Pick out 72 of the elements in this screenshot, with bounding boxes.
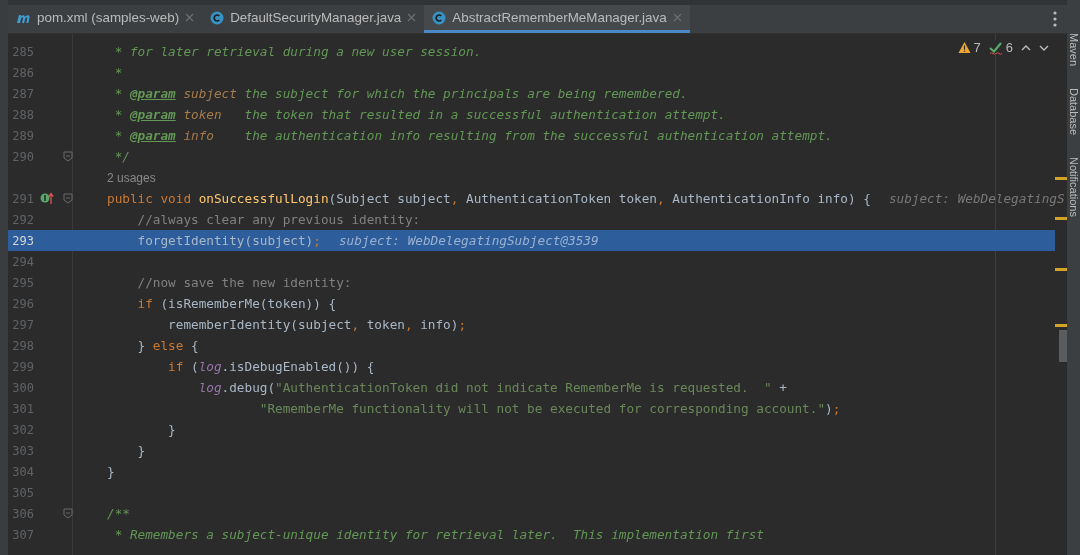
line-number: 286: [11, 65, 34, 80]
line-number: 298: [11, 338, 34, 353]
warnings-count[interactable]: 7: [957, 40, 981, 55]
editor-tab[interactable]: DefaultSecurityManager.java: [202, 5, 425, 33]
class-icon: [432, 10, 447, 25]
code-line: forgetIdentity(subject);: [136, 233, 321, 248]
warning-stripe-mark[interactable]: [1055, 217, 1067, 220]
code-line: }: [136, 443, 146, 458]
line-number: 294: [11, 254, 34, 269]
close-icon: [185, 13, 195, 22]
code-line: * @param token the token that resulted in a successful authentication attempt.: [113, 107, 726, 122]
class-icon: [210, 10, 225, 25]
line-number: 297: [11, 317, 34, 332]
tab-label: DefaultSecurityManager.java: [230, 10, 402, 25]
line-number: 289: [11, 128, 34, 143]
tool-window-button[interactable]: Notifications: [1067, 157, 1080, 218]
code-line: //now save the new identity:: [136, 275, 352, 290]
line-number: 303: [11, 443, 34, 458]
line-number: 291: [11, 191, 34, 206]
line-number: 290: [11, 149, 34, 164]
check-icon: [988, 40, 1003, 55]
line-number: 301: [11, 401, 34, 416]
tab-label: pom.xml (samples-web): [37, 10, 180, 25]
editor-tab[interactable]: AbstractRememberMeManager.java: [424, 5, 690, 33]
code-line: * @param info the authentication info resulting from the successful authentication attempt.: [113, 128, 833, 143]
warning-stripe-mark[interactable]: [1055, 324, 1067, 327]
close-icon: [407, 13, 417, 22]
scrollbar-thumb[interactable]: [1059, 330, 1067, 362]
code-line: } else {: [136, 338, 199, 353]
code-line: rememberIdentity(subject, token, info);: [167, 317, 467, 332]
code-line: * Remembers a subject-unique identity for retrieval later. This implementation first: [113, 527, 764, 542]
line-number: 299: [11, 359, 34, 374]
chevron-up-icon[interactable]: [1021, 43, 1031, 52]
line-number: 292: [11, 212, 34, 227]
code-line: }: [167, 422, 176, 437]
code-line: if (isRememberMe(token)) {: [136, 296, 337, 311]
line-number: 306: [11, 506, 34, 521]
code-line: if (log.isDebugEnabled()) {: [167, 359, 375, 374]
line-number: 285: [11, 44, 34, 59]
line-number: 304: [11, 464, 34, 479]
tool-window-button[interactable]: Maven: [1067, 33, 1080, 67]
more-icon[interactable]: [1053, 11, 1057, 27]
tab-label: AbstractRememberMeManager.java: [452, 10, 667, 25]
editor-tab[interactable]: pom.xml (samples-web): [8, 5, 203, 33]
line-number: 287: [11, 86, 34, 101]
inline-value-hint: subject: WebDelegatingS: [888, 191, 1065, 206]
code-line: */: [113, 149, 130, 164]
line-number: 288: [11, 107, 34, 122]
line-number: 295: [11, 275, 34, 290]
line-number: 307: [11, 527, 34, 542]
code-line: }: [107, 464, 115, 479]
code-line: log.debug("AuthenticationToken did not indicate RememberMe is requested. " +: [197, 380, 787, 395]
code-line: * for later retrieval during a new user session.: [113, 44, 482, 59]
line-number: 305: [11, 485, 34, 500]
chevron-down-icon[interactable]: [1039, 43, 1049, 52]
code-line: //always clear any previous identity:: [136, 212, 421, 227]
line-number: 302: [11, 422, 34, 437]
usages-hint[interactable]: 2 usages: [107, 170, 156, 185]
weak-warnings-count[interactable]: 6: [988, 40, 1013, 55]
inline-value-hint: subject: WebDelegatingSubject@3539: [338, 233, 599, 248]
warning-stripe-mark[interactable]: [1055, 177, 1067, 180]
code-line: * @param subject the subject for which the principals are being remembered.: [113, 86, 688, 101]
line-number: 296: [11, 296, 34, 311]
line-number: 300: [11, 380, 34, 395]
warning-stripe-mark[interactable]: [1055, 268, 1067, 271]
code-line: *: [113, 65, 123, 80]
line-number: 293: [11, 233, 34, 248]
code-line: /**: [107, 506, 130, 521]
tool-window-button[interactable]: Database: [1067, 88, 1080, 136]
code-line: public void onSuccessfulLogin(Subject subject, AuthenticationToken token, AuthenticationInfo info) {: [107, 191, 871, 206]
code-line: "RememberMe functionality will not be executed for corresponding account.");: [258, 401, 841, 416]
close-icon: [672, 13, 682, 22]
